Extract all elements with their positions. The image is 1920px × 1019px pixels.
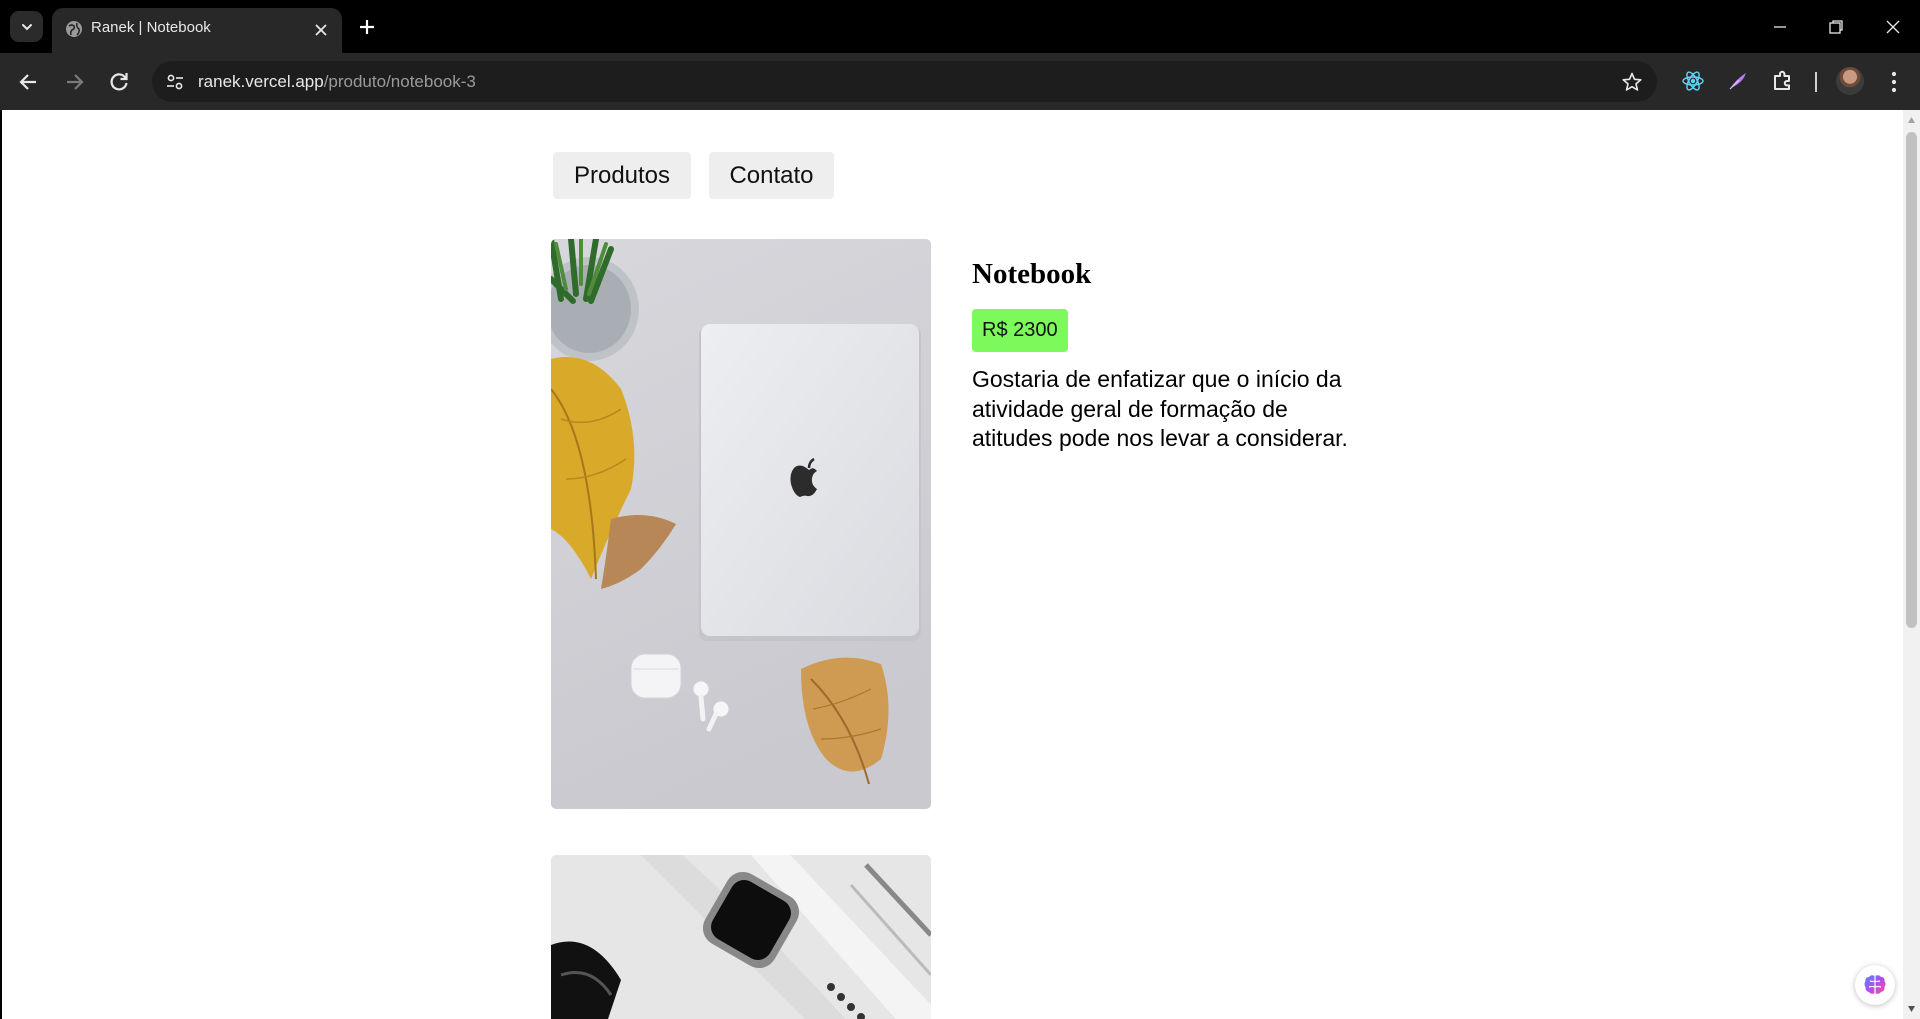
tab-search-button[interactable] [10,11,43,42]
kebab-menu-icon[interactable] [1882,69,1906,95]
puzzle-extensions-icon[interactable] [1770,68,1796,94]
close-icon [315,24,327,36]
nav-contato-link[interactable]: Contato [709,152,834,199]
product-description: Gostaria de enfatizar que o início da at… [972,366,1348,451]
quill-extension-icon[interactable] [1725,68,1751,94]
url-text: ranek.vercel.app/produto/notebook-3 [198,72,476,92]
assistant-brain-widget[interactable] [1855,965,1895,1005]
address-bar[interactable]: ranek.vercel.app/produto/notebook-3 [152,61,1657,102]
page-scrollbar[interactable] [1903,110,1920,1019]
nav-produtos-link[interactable]: Produtos [553,152,691,199]
toolbar-divider [1815,72,1817,92]
brain-icon [1864,975,1886,994]
react-devtools-icon[interactable] [1680,68,1706,94]
profile-avatar[interactable] [1836,67,1864,95]
forward-arrow-icon[interactable] [61,69,87,95]
globe-icon [66,21,82,37]
tab-title: Ranek | Notebook [91,19,211,36]
product-title: Notebook [972,258,1092,290]
tab-close-button[interactable] [310,19,332,41]
back-arrow-icon[interactable] [16,69,42,95]
restore-icon[interactable] [1824,15,1848,39]
reload-icon[interactable] [106,69,132,95]
scroll-down-arrow-icon[interactable] [1907,1005,1916,1013]
site-settings-icon[interactable] [164,71,186,93]
product-photo-laptop [551,239,931,809]
minimize-icon[interactable] [1768,15,1792,39]
chevron-down-icon [21,23,32,30]
scroll-up-arrow-icon[interactable] [1907,116,1916,124]
active-tab[interactable]: Ranek | Notebook [52,8,342,53]
browser-toolbar: ranek.vercel.app/produto/notebook-3 [0,53,1920,110]
tab-strip: Ranek | Notebook [0,0,1920,53]
price-badge: R$ 2300 [972,309,1068,352]
close-window-icon[interactable] [1881,15,1905,39]
bookmark-star-icon[interactable] [1621,71,1643,93]
new-tab-icon[interactable] [355,15,379,39]
page-viewport: Produtos Contato Notebook R$ 2300 Gostar… [2,110,1920,1019]
scroll-thumb[interactable] [1906,132,1917,628]
url-path: /produto/notebook-3 [323,72,476,91]
product-photo-watch [551,855,931,1019]
url-host: ranek.vercel.app [198,72,324,91]
